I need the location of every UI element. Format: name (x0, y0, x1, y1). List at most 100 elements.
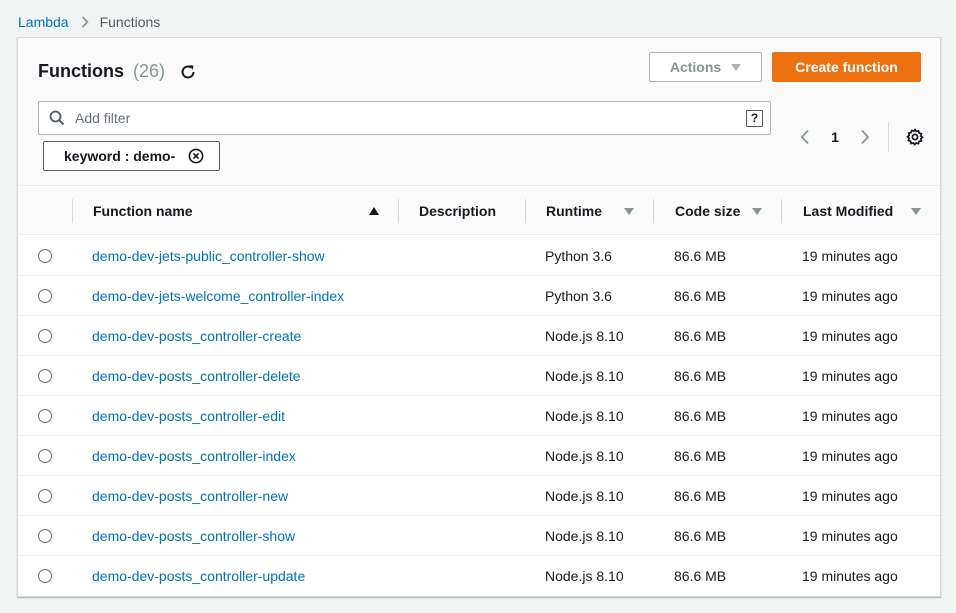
column-divider (72, 199, 73, 223)
last-modified-cell: 19 minutes ago (802, 408, 898, 424)
table-row[interactable]: demo-dev-posts_controller-new Node.js 8.1… (18, 476, 940, 516)
row-select-radio[interactable] (38, 529, 52, 543)
caret-down-icon (731, 63, 742, 71)
code-size-cell: 86.6 MB (674, 528, 727, 544)
code-size-cell: 86.6 MB (674, 568, 727, 584)
actions-label: Actions (669, 59, 722, 75)
runtime-cell: Node.js 8.10 (545, 488, 624, 504)
row-select-radio[interactable] (38, 409, 52, 423)
function-name-link[interactable]: demo-dev-jets-public_controller-show (92, 236, 325, 276)
table-row[interactable]: demo-dev-posts_controller-update Node.js … (18, 556, 940, 596)
code-size-cell: 86.6 MB (674, 408, 727, 424)
column-divider (398, 199, 399, 223)
row-select-radio[interactable] (38, 249, 52, 263)
function-name-link[interactable]: demo-dev-posts_controller-new (92, 476, 288, 516)
next-page-button[interactable] (850, 124, 880, 150)
filter-token-text: keyword : demo- (64, 148, 176, 164)
chevron-right-icon (81, 16, 89, 28)
row-select-radio[interactable] (38, 369, 52, 383)
create-function-button[interactable]: Create function (772, 52, 921, 82)
column-last-modified[interactable]: Last Modified (803, 187, 928, 235)
runtime-cell: Python 3.6 (545, 248, 612, 264)
last-modified-cell: 19 minutes ago (802, 568, 898, 584)
row-select-radio[interactable] (38, 489, 52, 503)
actions-button[interactable]: Actions (649, 52, 762, 82)
table-row[interactable]: demo-dev-posts_controller-show Node.js 8.… (18, 516, 940, 556)
column-divider (525, 199, 526, 223)
row-select-radio[interactable] (38, 329, 52, 343)
page-title: Functions (26) (38, 61, 165, 82)
filter-bar: ? (38, 101, 771, 135)
function-name-link[interactable]: demo-dev-posts_controller-create (92, 316, 301, 356)
remove-token-icon[interactable] (188, 148, 204, 164)
row-select-radio[interactable] (38, 289, 52, 303)
column-runtime[interactable]: Runtime (546, 187, 654, 235)
pager-divider (888, 122, 889, 152)
runtime-cell: Node.js 8.10 (545, 328, 624, 344)
function-name-link[interactable]: demo-dev-posts_controller-delete (92, 356, 301, 396)
table-row[interactable]: demo-dev-posts_controller-edit Node.js 8.… (18, 396, 940, 436)
table-row[interactable]: demo-dev-jets-public_controller-show Pyth… (18, 236, 940, 276)
sort-ascending-icon (369, 207, 379, 215)
help-icon[interactable]: ? (746, 109, 763, 127)
function-name-link[interactable]: demo-dev-posts_controller-edit (92, 396, 285, 436)
pagination: 1 (790, 122, 927, 152)
title-text: Functions (38, 61, 124, 81)
column-label: Description (419, 203, 497, 219)
code-size-cell: 86.6 MB (674, 448, 727, 464)
function-name-link[interactable]: demo-dev-posts_controller-index (92, 436, 296, 476)
runtime-cell: Node.js 8.10 (545, 568, 624, 584)
code-size-cell: 86.6 MB (674, 288, 727, 304)
table-row[interactable]: demo-dev-posts_controller-index Node.js 8… (18, 436, 940, 476)
column-label: Runtime (546, 203, 602, 219)
column-label: Code size (675, 203, 741, 219)
filter-token: keyword : demo- (43, 141, 220, 171)
last-modified-cell: 19 minutes ago (802, 528, 898, 544)
functions-panel: Functions (26) Actions Create function ?… (17, 37, 941, 597)
runtime-cell: Node.js 8.10 (545, 408, 624, 424)
preferences-button[interactable] (903, 125, 927, 149)
chevron-right-icon (861, 129, 870, 145)
function-name-link[interactable]: demo-dev-jets-welcome_controller-index (92, 276, 344, 316)
refresh-button[interactable] (178, 62, 198, 82)
row-select-radio[interactable] (38, 449, 52, 463)
last-modified-cell: 19 minutes ago (802, 368, 898, 384)
last-modified-cell: 19 minutes ago (802, 328, 898, 344)
code-size-cell: 86.6 MB (674, 248, 727, 264)
function-name-link[interactable]: demo-dev-posts_controller-show (92, 516, 295, 556)
column-description[interactable]: Description (419, 187, 525, 235)
table-row[interactable]: demo-dev-jets-welcome_controller-index Py… (18, 276, 940, 316)
chevron-left-icon (800, 129, 809, 145)
column-label: Last Modified (803, 203, 894, 219)
current-page[interactable]: 1 (820, 129, 850, 145)
sort-caret-icon (911, 207, 921, 215)
sort-caret-icon (624, 207, 634, 215)
column-code-size[interactable]: Code size (675, 187, 783, 235)
gear-icon (906, 128, 924, 146)
last-modified-cell: 19 minutes ago (802, 448, 898, 464)
breadcrumb-lambda-link[interactable]: Lambda (18, 14, 69, 30)
sort-caret-icon (752, 207, 762, 215)
code-size-cell: 86.6 MB (674, 368, 727, 384)
panel-header: Functions (26) Actions Create function ?… (18, 38, 940, 186)
refresh-icon (181, 65, 195, 79)
code-size-cell: 86.6 MB (674, 488, 727, 504)
table-header: Function name Description Runtime Code s… (18, 187, 940, 235)
function-count: (26) (133, 61, 166, 81)
function-name-link[interactable]: demo-dev-posts_controller-update (92, 556, 305, 596)
row-select-radio[interactable] (38, 569, 52, 583)
last-modified-cell: 19 minutes ago (802, 288, 898, 304)
previous-page-button[interactable] (790, 124, 820, 150)
breadcrumb: Lambda Functions (18, 12, 160, 32)
last-modified-cell: 19 minutes ago (802, 488, 898, 504)
column-divider (781, 199, 782, 223)
runtime-cell: Node.js 8.10 (545, 528, 624, 544)
table-row[interactable]: demo-dev-posts_controller-delete Node.js … (18, 356, 940, 396)
code-size-cell: 86.6 MB (674, 328, 727, 344)
search-icon (39, 102, 75, 134)
last-modified-cell: 19 minutes ago (802, 248, 898, 264)
column-function-name[interactable]: Function name (93, 187, 399, 235)
filter-input[interactable] (75, 103, 746, 133)
table-row[interactable]: demo-dev-posts_controller-create Node.js … (18, 316, 940, 356)
column-label: Function name (93, 203, 193, 219)
